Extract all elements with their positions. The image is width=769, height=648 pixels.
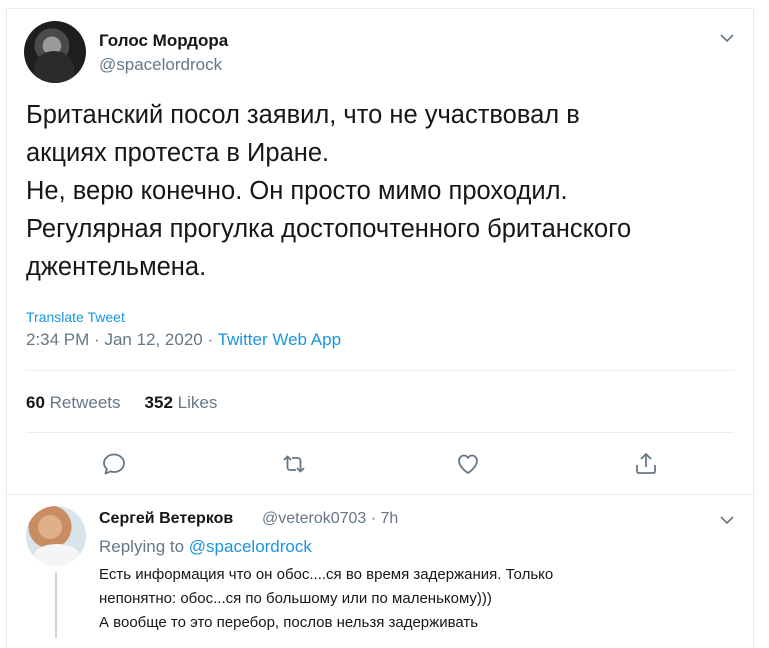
meta-separator: · [366, 510, 381, 527]
tweet-text: Британский посол заявил, что не участвов… [26, 96, 726, 286]
likes-stat[interactable]: 352 Likes [145, 393, 218, 412]
tweet-text-line: джентельмена. [26, 253, 207, 281]
tweet-stats: 60 Retweets 352 Likes [26, 393, 217, 413]
tweet-time[interactable]: 2:34 PM [26, 330, 89, 349]
reply-handle-text[interactable]: @veterok0703 [262, 510, 366, 527]
reply-author-handle: @veterok0703 · 7h [262, 510, 398, 528]
retweets-stat[interactable]: 60 Retweets [26, 393, 121, 412]
reply-icon[interactable] [101, 451, 127, 477]
divider [6, 494, 754, 495]
reply-author-name[interactable]: Сергей Ветерков [99, 510, 233, 528]
share-icon[interactable] [633, 451, 659, 477]
reply-text-line: Есть информация что он обос....ся во вре… [99, 566, 554, 583]
reply-text-line: непонятно: обос...ся по большому или по … [99, 590, 492, 607]
tweet-text-line: Британский посол заявил, что не участвов… [26, 101, 580, 129]
tweet-text-line: Не, верю конечно. Он просто мимо проходи… [26, 177, 568, 205]
replying-prefix: Replying to [99, 537, 185, 556]
likes-label: Likes [177, 393, 218, 412]
tweet-source-link[interactable]: Twitter Web App [218, 330, 341, 349]
author-handle[interactable]: @spacelordrock [99, 55, 222, 75]
reply-age[interactable]: 7h [381, 510, 399, 527]
meta-separator: · [207, 330, 218, 349]
replying-mention-link[interactable]: @spacelordrock [189, 537, 312, 556]
retweet-icon[interactable] [281, 451, 307, 477]
tweet-date[interactable]: Jan 12, 2020 [104, 330, 202, 349]
like-icon[interactable] [455, 451, 481, 477]
retweets-count: 60 [26, 393, 45, 412]
tweet-text-line: Регулярная прогулка достопочтенного брит… [26, 215, 632, 243]
tweet-meta: 2:34 PM · Jan 12, 2020 · Twitter Web App [26, 330, 341, 350]
chevron-down-icon[interactable] [720, 33, 734, 43]
reply-author-avatar[interactable] [26, 506, 86, 566]
author-name[interactable]: Голос Мордора [99, 31, 228, 51]
tweet-text-line: акциях протеста в Иране. [26, 139, 330, 167]
reply-text: Есть информация что он обос....ся во вре… [99, 563, 719, 635]
translate-tweet-link[interactable]: Translate Tweet [26, 309, 125, 325]
author-avatar[interactable] [24, 21, 86, 83]
chevron-down-icon[interactable] [720, 515, 734, 525]
divider [26, 370, 734, 371]
likes-count: 352 [144, 393, 173, 412]
retweets-label: Retweets [49, 393, 121, 412]
reply-text-line: А вообще то это перебор, послов нельзя з… [99, 614, 479, 631]
thread-line [55, 572, 57, 638]
divider [26, 432, 734, 433]
meta-separator: · [94, 330, 105, 349]
replying-to: Replying to @spacelordrock [99, 537, 312, 557]
